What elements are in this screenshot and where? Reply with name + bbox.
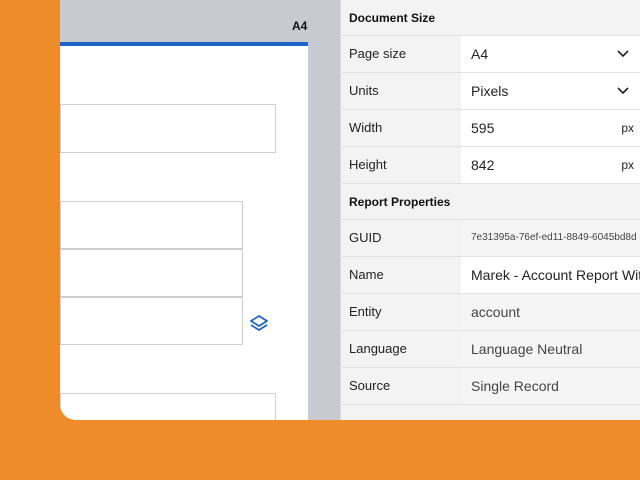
language-row: Language Language Neutral xyxy=(341,331,640,368)
page-size-label: Page size xyxy=(349,46,407,61)
height-label: Height xyxy=(349,157,387,172)
height-row: Height 842 px xyxy=(341,147,640,184)
name-row: Name Marek - Account Report With xyxy=(341,257,640,294)
report-field[interactable] xyxy=(60,297,243,345)
width-label: Width xyxy=(349,120,383,135)
source-row: Source Single Record xyxy=(341,368,640,405)
page-size-tag: A4 xyxy=(292,19,308,33)
entity-row: Entity account xyxy=(341,294,640,331)
section-document-size: Document Size xyxy=(341,0,640,36)
report-field[interactable] xyxy=(60,393,276,420)
entity-label: Entity xyxy=(349,304,382,319)
units-select[interactable]: Pixels xyxy=(461,73,640,109)
section-report-properties: Report Properties xyxy=(341,184,640,220)
report-field[interactable] xyxy=(60,104,276,153)
width-value: 595 xyxy=(471,120,495,136)
units-row: Units Pixels xyxy=(341,73,640,110)
properties-panel: Document Size Page size A4 Units Pixels … xyxy=(340,0,640,420)
guid-label: GUID xyxy=(349,230,382,245)
language-value: Language Neutral xyxy=(461,331,640,367)
height-unit: px xyxy=(621,158,634,172)
report-field[interactable] xyxy=(60,201,243,249)
width-row: Width 595 px xyxy=(341,110,640,147)
units-label: Units xyxy=(349,83,379,98)
source-label: Source xyxy=(349,378,391,393)
width-input[interactable]: 595 px xyxy=(461,110,640,146)
name-input[interactable]: Marek - Account Report With xyxy=(461,257,640,293)
chevron-down-icon xyxy=(617,50,629,58)
page-size-select[interactable]: A4 xyxy=(461,36,640,72)
guid-value: 7e31395a-76ef-ed11-8849-6045bd8d xyxy=(461,220,640,256)
chevron-down-icon xyxy=(617,87,629,95)
entity-value: account xyxy=(461,294,640,330)
report-canvas: A4 xyxy=(60,0,340,420)
units-value: Pixels xyxy=(471,83,509,99)
page-size-row: Page size A4 xyxy=(341,36,640,73)
height-input[interactable]: 842 px xyxy=(461,147,640,183)
report-field[interactable] xyxy=(60,249,243,297)
name-label: Name xyxy=(349,267,384,282)
height-value: 842 xyxy=(471,157,495,173)
page-size-value: A4 xyxy=(471,46,489,62)
language-label: Language xyxy=(349,341,407,356)
width-unit: px xyxy=(621,121,634,135)
layers-icon[interactable] xyxy=(248,313,270,335)
guid-row: GUID 7e31395a-76ef-ed11-8849-6045bd8d xyxy=(341,220,640,257)
source-value: Single Record xyxy=(461,368,640,404)
report-page[interactable] xyxy=(60,42,308,420)
app-window: A4 Document Size Page size A4 Units Pixe… xyxy=(60,0,640,420)
